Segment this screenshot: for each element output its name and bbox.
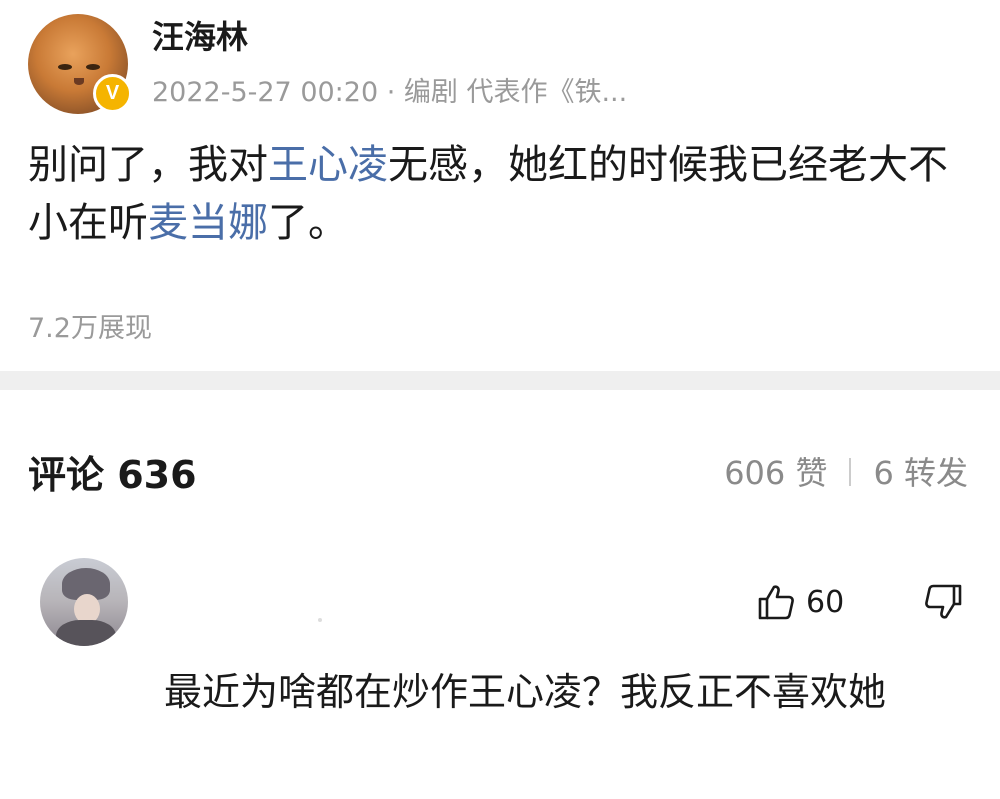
avatar-cat-eye [58,64,72,70]
verified-badge-icon: V [93,74,132,113]
comment-text: 最近为啥都在炒作王心凌？我反正不喜欢她 [164,670,887,714]
stats-separator [849,458,852,486]
post-text: 别问了，我对 [28,142,268,188]
thumbs-up-icon [758,585,794,620]
post-stats: 606 赞 6 转发 [724,448,968,494]
avatar-cat-nose [74,78,84,85]
section-divider [0,371,1000,390]
post-body: 别问了，我对王心凌无感，她红的时候我已经老大不小在听麦当娜了。 [28,136,973,252]
post-text: 了。 [268,200,348,246]
avatar-cat-eye [86,64,100,70]
comment-like-count: 60 [806,584,845,620]
comments-tab[interactable]: 评论 636 [28,444,197,499]
hashtag-link-wangxinling[interactable]: 王心凌 [268,142,388,188]
weibo-post-page: V 汪海林 2022-5-27 00:20 · 编剧 代表作《铁... 别问了，… [0,0,1000,799]
author-name[interactable]: 汪海林 [152,12,248,58]
commenter-name-placeholder [318,618,322,622]
post-meta: 2022-5-27 00:20 · 编剧 代表作《铁... [152,77,628,108]
hashtag-link-madonna[interactable]: 麦当娜 [148,200,268,246]
thumbs-down-icon[interactable] [918,582,962,622]
commenter-avatar[interactable] [40,558,128,646]
likes-tab[interactable]: 606 赞 [724,454,827,492]
reposts-tab[interactable]: 6 转发 [873,454,968,492]
avatar-coat [56,620,116,646]
comment-like-button[interactable]: 60 [756,582,844,622]
view-count: 7.2万展现 [28,313,152,344]
